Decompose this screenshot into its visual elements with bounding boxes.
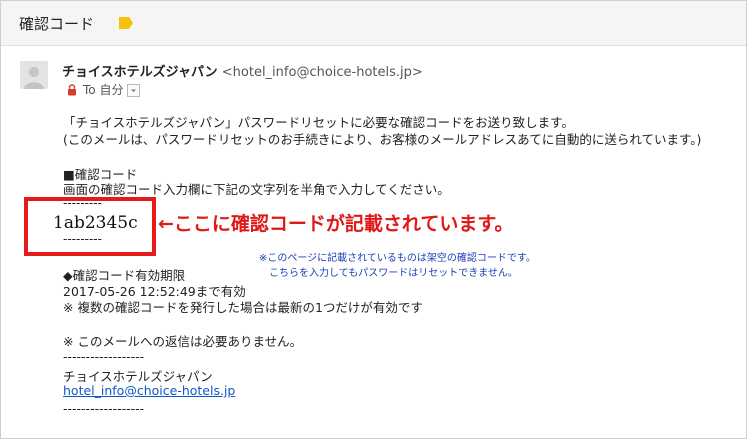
fictional-code-note-2: こちらを入力してもパスワードはリセットできません。 [269, 268, 518, 279]
signature-email-link[interactable]: hotel_info@choice-hotels.jp [63, 383, 235, 398]
recipient-label: To 自分 [83, 83, 124, 97]
code-highlight-box [24, 197, 156, 256]
label-tag-icon[interactable] [119, 17, 133, 29]
body-line-auto-sent: (このメールは、パスワードリセットのお手続きにより、お客様のメールアドレスあてに… [63, 132, 702, 147]
email-viewer: 確認コード チョイスホテルズジャパン <hotel_info@choice-ho… [0, 0, 747, 439]
email-subject: 確認コード [19, 15, 95, 33]
code-annotation: ←ここに確認コードが記載されています。 [158, 213, 514, 235]
chevron-down-icon [131, 89, 137, 92]
sender-avatar [20, 61, 48, 89]
lock-icon [68, 83, 76, 95]
signature-divider-top: ------------------ [63, 349, 145, 364]
sender-name[interactable]: チョイスホテルズジャパン [62, 65, 218, 80]
show-details-button[interactable] [127, 84, 141, 97]
expiry-note: ※ 複数の確認コードを発行した場合は最新の1つだけが有効です [63, 300, 423, 315]
email-header: 確認コード [1, 1, 746, 46]
code-instruction: 画面の確認コード入力欄に下記の文字列を半角で入力してください。 [63, 182, 450, 197]
signature-email-line: hotel_info@choice-hotels.jp [63, 383, 235, 398]
person-icon [24, 67, 44, 89]
no-reply-note: ※ このメールへの返信は必要ありません。 [63, 334, 303, 349]
signature-divider-bottom: ------------------ [63, 401, 145, 416]
sender-line: チョイスホテルズジャパン <hotel_info@choice-hotels.j… [62, 61, 423, 80]
fictional-code-note: ※このページに記載されているものは架空の確認コードです。 [259, 253, 536, 264]
sender-email: <hotel_info@choice-hotels.jp> [221, 65, 423, 80]
recipient-line: To 自分 [67, 81, 141, 98]
